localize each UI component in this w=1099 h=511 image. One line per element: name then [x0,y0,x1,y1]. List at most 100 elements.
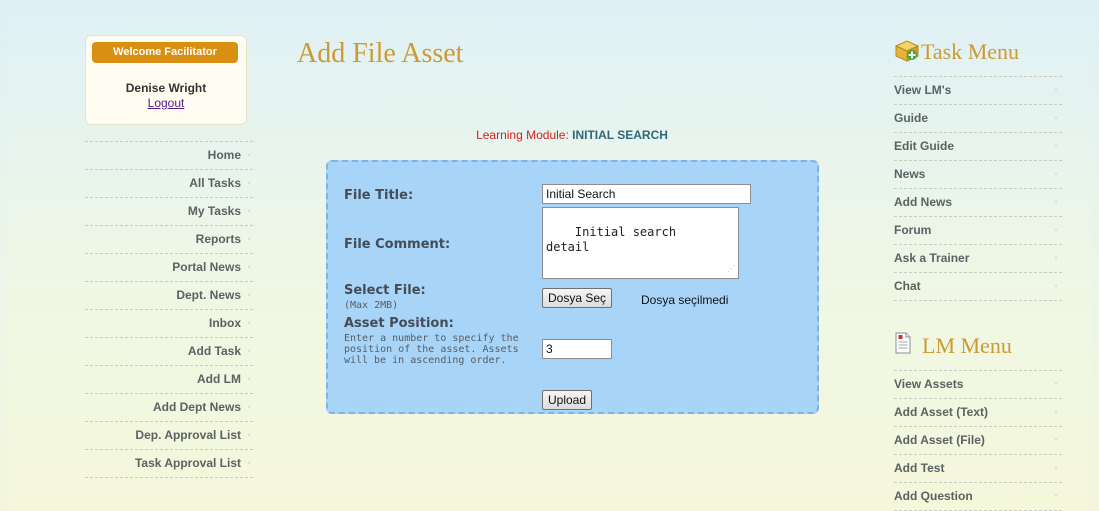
bullet-icon: · [247,430,251,441]
file-comment-textarea[interactable]: Initial search detail ⋰ [542,207,739,279]
lm-menu-title: LM Menu [922,333,1012,358]
bullet-icon: · [1054,85,1058,96]
bullet-icon: · [1054,407,1058,418]
task-menu-label: News [894,167,926,181]
lm-menu-item-add-test[interactable]: Add Test · [894,454,1062,482]
left-nav-label: Home [207,148,241,162]
task-menu-label: Add News [894,195,953,209]
left-nav-item-portal-news[interactable]: Portal News · [85,253,253,281]
left-nav-item-reports[interactable]: Reports · [85,225,253,253]
bullet-icon: · [1054,225,1058,236]
left-nav-label: Dep. Approval List [135,428,241,442]
left-nav-label: Portal News [172,260,241,274]
left-nav-item-add-lm[interactable]: Add LM · [85,365,253,393]
left-nav-label: Add Task [187,344,241,358]
bullet-icon: · [247,234,251,245]
task-menu-item-view-lms[interactable]: View LM's · [894,76,1062,104]
task-menu-item-news[interactable]: News · [894,160,1062,188]
task-menu-item-forum[interactable]: Forum · [894,216,1062,244]
lm-menu-label: Add Question [894,489,973,503]
learning-module-value: INITIAL SEARCH [572,128,668,142]
bullet-icon: · [1054,491,1058,502]
task-menu-label: Ask a Trainer [894,251,970,265]
lm-menu-item-add-question[interactable]: Add Question · [894,482,1062,511]
task-menu-label: Guide [894,111,929,125]
lm-menu-label: View Assets [894,377,964,391]
learning-module-label: Learning Module: [476,128,569,142]
left-nav-label: Task Approval List [134,456,241,470]
lm-menu-item-view-assets[interactable]: View Assets · [894,370,1062,398]
bullet-icon: · [247,150,251,161]
bullet-icon: · [247,458,251,469]
task-menu-item-edit-guide[interactable]: Edit Guide · [894,132,1062,160]
lm-menu-item-add-asset-file[interactable]: Add Asset (File) · [894,426,1062,454]
left-nav-item-add-dept-news[interactable]: Add Dept News · [85,393,253,421]
box-add-icon [894,38,920,67]
lm-menu-item-add-asset-text[interactable]: Add Asset (Text) · [894,398,1062,426]
left-nav-item-add-task[interactable]: Add Task · [85,337,253,365]
bullet-icon: · [1054,435,1058,446]
bullet-icon: · [247,262,251,273]
bullet-icon: · [247,346,251,357]
left-nav-item-all-tasks[interactable]: All Tasks · [85,169,253,197]
left-nav-item-home[interactable]: Home · [85,141,253,169]
left-nav: Home · All Tasks · My Tasks · Reports · Port… [85,141,253,478]
bullet-icon: · [247,178,251,189]
asset-position-input[interactable] [542,339,612,359]
left-nav-label: Dept. News [176,288,241,302]
task-menu-item-guide[interactable]: Guide · [894,104,1062,132]
task-menu-item-chat[interactable]: Chat · [894,272,1062,301]
resize-grip-icon[interactable]: ⋰ [727,261,735,276]
upload-form: File Title: File Comment: Initial search… [326,160,819,414]
bullet-icon: · [1054,113,1058,124]
task-menu-label: View LM's [894,83,952,97]
bullet-icon: · [1054,379,1058,390]
lm-menu-label: Add Asset (Text) [894,405,989,419]
left-nav-label: Reports [195,232,241,246]
task-menu-label: Edit Guide [894,139,954,153]
upload-button[interactable]: Upload [542,390,593,410]
no-file-chosen-text: Dosya seçilmedi [641,293,729,307]
left-nav-item-task-approval-list[interactable]: Task Approval List · [85,449,253,478]
left-nav-item-dep-approval-list[interactable]: Dep. Approval List · [85,421,253,449]
left-nav-item-my-tasks[interactable]: My Tasks · [85,197,253,225]
lm-menu: View Assets · Add Asset (Text) · Add Asset… [894,370,1062,511]
bullet-icon: · [247,318,251,329]
bullet-icon: · [247,290,251,301]
file-title-input[interactable] [542,184,751,204]
bullet-icon: · [1054,253,1058,264]
left-nav-label: Add LM [197,372,241,386]
bullet-icon: · [1054,141,1058,152]
bullet-icon: · [247,206,251,217]
file-comment-label: File Comment: [344,237,451,252]
task-menu-label: Chat [894,279,921,293]
page-title: Add File Asset [297,38,464,69]
lm-menu-label: Add Test [894,461,945,475]
select-file-label: Select File: [344,283,426,298]
task-menu-title: Task Menu [921,39,1020,64]
left-nav-item-dept-news[interactable]: Dept. News · [85,281,253,309]
bullet-icon: · [1054,463,1058,474]
asset-position-label: Asset Position: [344,316,454,331]
left-nav-label: Inbox [209,316,241,330]
task-menu-label: Forum [894,223,932,237]
lm-menu-label: Add Asset (File) [894,433,985,447]
task-menu-item-add-news[interactable]: Add News · [894,188,1062,216]
document-icon [894,332,912,359]
logout-link[interactable]: Logout [86,96,246,110]
left-nav-label: Add Dept News [152,400,241,414]
left-nav-label: All Tasks [189,176,241,190]
learning-module-line: Learning Module: INITIAL SEARCH [325,128,819,142]
select-file-hint: (Max 2MB) [344,300,399,311]
user-box: Welcome Facilitator Denise Wright Logout [85,35,247,125]
bullet-icon: · [1054,197,1058,208]
file-comment-text: Initial search detail [546,225,677,254]
bullet-icon: · [1054,281,1058,292]
bullet-icon: · [1054,169,1058,180]
left-nav-item-inbox[interactable]: Inbox · [85,309,253,337]
choose-file-button[interactable]: Dosya Seç [542,288,613,308]
task-menu-item-ask-trainer[interactable]: Ask a Trainer · [894,244,1062,272]
bullet-icon: · [247,374,251,385]
file-title-label: File Title: [344,188,414,203]
left-nav-label: My Tasks [187,204,241,218]
